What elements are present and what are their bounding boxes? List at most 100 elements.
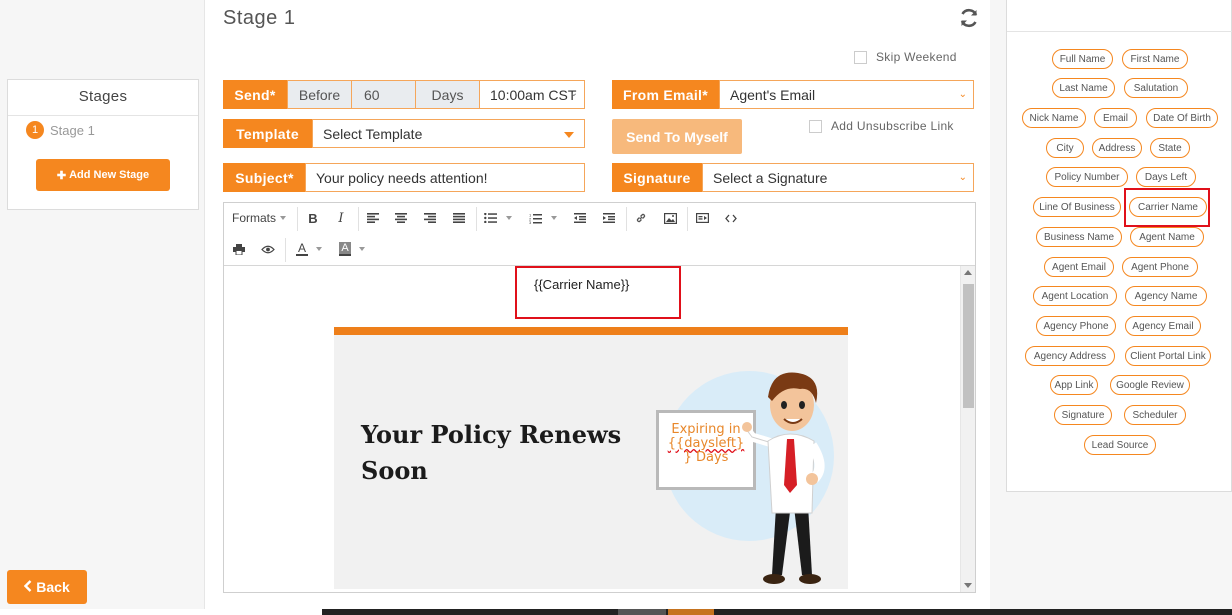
- image-icon[interactable]: [659, 207, 681, 229]
- template-label: Template: [223, 119, 312, 148]
- skip-weekend-option[interactable]: Skip Weekend: [854, 50, 957, 64]
- caret-down-icon: [506, 216, 512, 220]
- add-unsubscribe-option[interactable]: Add Unsubscribe Link: [809, 119, 954, 133]
- from-email-value: Agent's Email: [730, 86, 816, 103]
- send-timing-select[interactable]: Before: [287, 80, 352, 109]
- sign-board: Expiring in {{daysleft} } Days: [656, 410, 756, 490]
- chevron-down-icon: ⌄: [958, 89, 967, 100]
- merge-tag-policy-number[interactable]: Policy Number: [1046, 167, 1128, 187]
- toolbar-divider: [297, 207, 298, 231]
- print-icon[interactable]: [228, 238, 250, 260]
- taskbar-item-active: [668, 609, 714, 615]
- link-icon[interactable]: [630, 207, 652, 229]
- add-unsubscribe-checkbox[interactable]: [809, 119, 822, 133]
- merge-tag-agency-email[interactable]: Agency Email: [1125, 316, 1201, 336]
- back-button[interactable]: Back: [7, 570, 87, 604]
- add-new-stage-button[interactable]: ✚ Add New Stage: [36, 159, 170, 191]
- merge-tag-agent-name[interactable]: Agent Name: [1130, 227, 1204, 247]
- preview-icon[interactable]: [257, 238, 279, 260]
- align-right-icon[interactable]: [419, 207, 441, 229]
- taskbar: [322, 609, 1232, 615]
- align-center-icon[interactable]: [390, 207, 412, 229]
- merge-tag-app-link[interactable]: App Link: [1050, 375, 1098, 395]
- merge-tag-city[interactable]: City: [1046, 138, 1084, 158]
- merge-tag-google-review[interactable]: Google Review: [1110, 375, 1190, 395]
- align-left-icon[interactable]: [362, 207, 384, 229]
- merge-tag-last-name[interactable]: Last Name: [1052, 78, 1115, 98]
- toolbar-divider: [687, 207, 688, 231]
- email-banner-image: Your Policy Renews Soon Expiring in {{da…: [334, 327, 848, 589]
- media-icon[interactable]: [691, 207, 713, 229]
- merge-tag-agent-email[interactable]: Agent Email: [1044, 257, 1114, 277]
- text-color-icon[interactable]: A: [290, 238, 328, 260]
- chevron-down-icon: ⌄: [569, 88, 578, 99]
- page-title: Stage 1: [223, 7, 296, 29]
- bullet-list-icon[interactable]: [481, 207, 515, 229]
- signature-select[interactable]: Select a Signature ⌄: [702, 163, 974, 192]
- merge-tag-salutation[interactable]: Salutation: [1124, 78, 1188, 98]
- merge-tag-business-name[interactable]: Business Name: [1036, 227, 1122, 247]
- plus-icon: ✚: [56, 169, 67, 182]
- signature-label: Signature: [612, 163, 702, 192]
- scroll-up-icon[interactable]: [964, 270, 972, 275]
- stage-item[interactable]: 1 Stage 1: [26, 121, 95, 139]
- from-email-label: From Email*: [612, 80, 719, 109]
- source-code-icon[interactable]: [720, 207, 742, 229]
- merge-tag-agency-phone[interactable]: Agency Phone: [1036, 316, 1116, 336]
- merge-tag-client-portal-link[interactable]: Client Portal Link: [1125, 346, 1211, 366]
- merge-tag-agency-name[interactable]: Agency Name: [1125, 286, 1207, 306]
- editor-scrollbar[interactable]: [960, 266, 975, 592]
- numbered-list-icon[interactable]: 123: [525, 207, 561, 229]
- merge-tag-scheduler[interactable]: Scheduler: [1124, 405, 1186, 425]
- formats-dropdown[interactable]: Formats: [232, 207, 294, 229]
- background-color-icon[interactable]: A: [333, 238, 371, 260]
- merge-tag-address[interactable]: Address: [1092, 138, 1142, 158]
- outdent-icon[interactable]: [569, 207, 591, 229]
- add-unsubscribe-label: Add Unsubscribe Link: [831, 119, 954, 133]
- editor-toolbar: Formats B I 123 A A: [224, 203, 975, 266]
- skip-weekend-checkbox[interactable]: [854, 50, 867, 64]
- merge-tag-agent-phone[interactable]: Agent Phone: [1122, 257, 1198, 277]
- merge-tag-agent-location[interactable]: Agent Location: [1033, 286, 1117, 306]
- businessman-illustration: [742, 372, 825, 584]
- align-justify-icon[interactable]: [448, 207, 470, 229]
- send-amount-input[interactable]: 60: [351, 80, 416, 109]
- send-label: Send*: [223, 80, 287, 109]
- merge-tags-header: [1007, 0, 1232, 32]
- merge-tag-line-of-business[interactable]: Line Of Business: [1033, 197, 1121, 217]
- from-email-select[interactable]: Agent's Email ⌄: [719, 80, 974, 109]
- taskbar-item: [618, 609, 666, 615]
- send-to-myself-button[interactable]: Send To Myself: [612, 119, 742, 154]
- chevron-left-icon: [24, 579, 32, 595]
- subject-input[interactable]: Your policy needs attention!: [305, 163, 585, 192]
- send-time-select[interactable]: 10:00am CST ⌄: [479, 80, 585, 109]
- merge-tag-days-left[interactable]: Days Left: [1136, 167, 1196, 187]
- send-unit-select[interactable]: Days: [415, 80, 480, 109]
- merge-tag-date-of-birth[interactable]: Date Of Birth: [1146, 108, 1218, 128]
- merge-tag-lead-source[interactable]: Lead Source: [1084, 435, 1156, 455]
- scroll-down-icon[interactable]: [964, 583, 972, 588]
- bold-icon[interactable]: B: [302, 207, 324, 229]
- merge-tag-first-name[interactable]: First Name: [1122, 49, 1188, 69]
- sign-board-text: Expiring in {{daysleft} } Days: [659, 423, 753, 465]
- board-variable: {{daysleft}: [667, 436, 745, 451]
- merge-tag-state[interactable]: State: [1150, 138, 1190, 158]
- merge-tag-signature[interactable]: Signature: [1054, 405, 1112, 425]
- merge-tag-full-name[interactable]: Full Name: [1052, 49, 1113, 69]
- toolbar-divider: [285, 238, 286, 262]
- indent-icon[interactable]: [598, 207, 620, 229]
- svg-text:3: 3: [529, 220, 532, 224]
- merge-tag-nick-name[interactable]: Nick Name: [1022, 108, 1086, 128]
- caret-down-icon: [564, 132, 574, 138]
- board-line-3: } Days: [683, 450, 729, 465]
- editor-content[interactable]: {{Carrier Name}} Your Policy Renews Soon…: [224, 266, 959, 592]
- scroll-thumb[interactable]: [963, 284, 974, 408]
- merge-tag-agency-address[interactable]: Agency Address: [1025, 346, 1115, 366]
- toolbar-divider: [476, 207, 477, 231]
- italic-icon[interactable]: I: [330, 207, 352, 229]
- merge-tag-email[interactable]: Email: [1094, 108, 1137, 128]
- refresh-icon[interactable]: [958, 7, 980, 29]
- template-select[interactable]: Select Template: [312, 119, 585, 148]
- add-new-stage-label: Add New Stage: [69, 169, 150, 181]
- skip-weekend-label: Skip Weekend: [876, 50, 957, 64]
